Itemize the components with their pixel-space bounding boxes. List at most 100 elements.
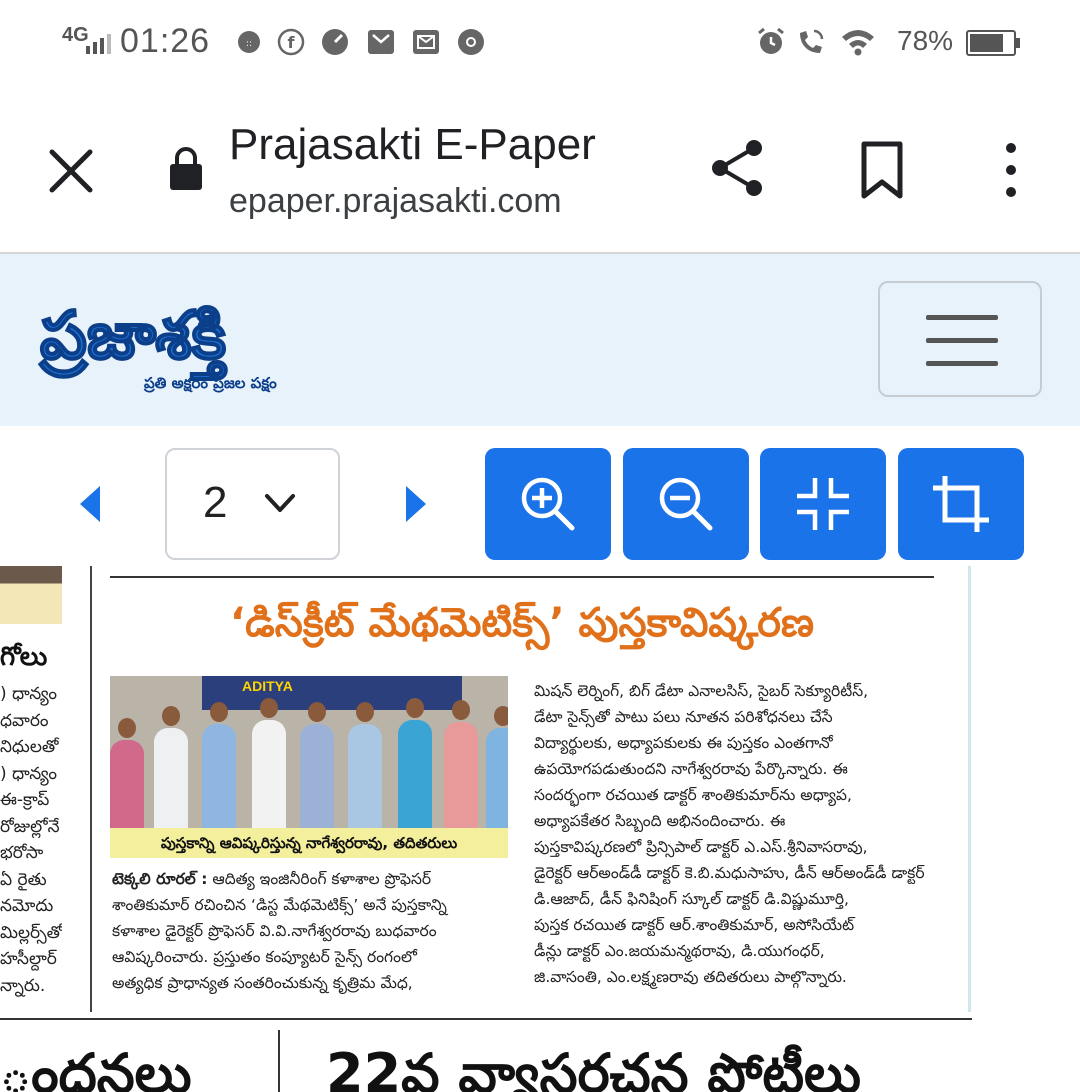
battery-percent: 78%: [897, 25, 954, 56]
photo-caption: పుస్తకాన్ని ఆవిష్కరిస్తున్న నాగేశ్వరరావు…: [110, 828, 508, 858]
menu-button[interactable]: [878, 281, 1042, 397]
network-type: 4G: [62, 24, 89, 46]
left-column-line: ) ధాన్యం: [0, 763, 57, 784]
article-line: డేటా సైన్స్‌తో పాటు పలు నూతన పరిశోధనలు చ…: [534, 708, 833, 726]
site-logo[interactable]: ప్రజాశక్తి ప్రతి అక్షరం ప్రజల పక్షం: [34, 292, 344, 400]
wifi-calling-icon: [800, 29, 824, 53]
person: [444, 700, 478, 828]
more-options-icon[interactable]: [996, 140, 1026, 200]
share-icon[interactable]: [706, 136, 770, 200]
menu-bar-bottom: [926, 361, 998, 366]
left-heading: గోలు: [0, 642, 48, 672]
person: [348, 702, 382, 828]
article-line: అత్యధిక ప్రాధాన్యత సంతరించుకున్న కృత్రిమ…: [112, 974, 413, 992]
fit-screen-button[interactable]: [760, 448, 886, 560]
article-line: సందర్భంగా రచయిత డాక్టర్ శాంతికుమార్‌ను అ…: [534, 786, 852, 804]
article-line: డి.ఆజాద్, డీన్ ఫినిషింగ్ స్కూల్ డాక్టర్ …: [534, 890, 849, 908]
dateline: టెక్కలి రూరల్ :: [112, 870, 208, 888]
close-icon[interactable]: [46, 146, 96, 196]
article-line: డైరెక్టర్ ఆర్అండ్‌డీ డాక్టర్ కె.బి.మధుసా…: [534, 864, 925, 882]
mail-icon: [368, 30, 394, 54]
fit-screen-icon: [797, 478, 849, 530]
zoom-in-icon: [521, 477, 575, 531]
article-line: జి.వాసంతి, ఎం.లక్ష్మణరావు తదితరులు పాల్గ…: [534, 968, 847, 986]
next-article-heading-right: 22వ వ్యాసరచన పోటీలు: [326, 1042, 861, 1092]
crop-icon: [933, 476, 989, 532]
section-rule: [0, 1018, 972, 1020]
svg-text:::: ::: [246, 39, 252, 49]
bookmark-icon[interactable]: [858, 140, 906, 200]
left-column-line: నిధులతో: [0, 737, 59, 757]
article-body-left: టెక్కలి రూరల్ : ఆదిత్య ఇంజినీరింగ్ కళాశా…: [112, 866, 508, 996]
article-line: విద్యార్థులకు, అధ్యాపకులకు ఈ పుస్తకం ఎంత…: [534, 734, 833, 752]
article-body-right: మిషన్ లెర్నింగ్, బిగ్ డేటా ఎనాలసిస్, సైబ…: [534, 678, 925, 990]
facebook-icon: f: [277, 28, 305, 56]
status-bar: 4G 01:26 :: f 78%: [0, 0, 1080, 88]
logo-tagline: ప్రతి అక్షరం ప్రజల పక్షం: [144, 374, 277, 393]
article-headline: ‘డిస్‌క్రీట్ మేథమెటిక్స్’ పుస్తకావిష్కరణ: [229, 600, 815, 646]
page-select[interactable]: 2: [165, 448, 340, 560]
next-page-icon[interactable]: [400, 484, 430, 524]
page-select-value: 2: [203, 478, 228, 527]
photo-banner-text: ADITYA: [242, 678, 293, 694]
signal-icon: [86, 34, 111, 54]
crop-button[interactable]: [898, 448, 1024, 560]
article-line: ఆవిష్కరించారు. ప్రస్తుతం కంప్యూటర్ సైన్స…: [112, 948, 417, 966]
article-line: ఉపయోగపడుతుందని నాగేశ్వరరావు పేర్కొన్నారు…: [534, 760, 848, 778]
article-rule: [110, 576, 934, 578]
person: [110, 718, 144, 828]
left-column-line: న్నారు.: [0, 975, 46, 996]
alarm-icon: [758, 27, 784, 54]
page-url[interactable]: epaper.prajasakti.com: [229, 182, 562, 221]
chevron-down-icon: [265, 494, 295, 512]
next-article-heading-left: ంధనలు: [0, 1042, 192, 1092]
bottom-column-rule: [278, 1030, 280, 1092]
left-column-line: మిల్లర్స్‌తో: [0, 922, 62, 943]
article-line: పుస్తకావిష్కరణలో ప్రిన్సిపాల్ డాక్టర్ ఎ.…: [534, 838, 868, 856]
page-title: Prajasakti E-Paper: [229, 120, 596, 169]
left-photo: [0, 566, 62, 624]
person: [398, 698, 432, 828]
article-line: టెక్కలి రూరల్ : ఆదిత్య ఇంజినీరింగ్ కళాశా…: [112, 870, 432, 888]
article-line: కళాశాల డైరెక్టర్ ప్రొఫెసర్ వి.వి.నాగేశ్వ…: [112, 922, 437, 940]
battery-level: [970, 34, 1003, 52]
zoom-out-icon: [659, 477, 713, 531]
article-line: డీన్లు డాక్టర్ ఎం.జయమన్మథరావు, డి.యుగంధర…: [534, 942, 825, 960]
logo-wordmark: ప్రజాశక్తి: [39, 297, 228, 381]
custom-tab-toolbar: Prajasakti E-Paper epaper.prajasakti.com: [0, 88, 1080, 253]
left-column-line: ధవారం: [0, 710, 49, 731]
person: [202, 702, 236, 828]
wifi-icon: [842, 30, 874, 56]
epaper-page[interactable]: గోలు ) ధాన్యం ధవారం నిధులతో ) ధాన్యం ఈ-క్రాప…: [0, 566, 1080, 1092]
person: [154, 706, 188, 828]
person: [300, 702, 334, 828]
article-line: మిషన్ లెర్నింగ్, బిగ్ డేటా ఎనాలసిస్, సైబ…: [534, 682, 869, 700]
zoom-out-button[interactable]: [623, 448, 749, 560]
left-column-fragment: గోలు ) ధాన్యం ధవారం నిధులతో ) ధాన్యం ఈ-క్రాప…: [0, 566, 62, 1026]
page-edge: [968, 566, 971, 1012]
menu-bar-middle: [926, 338, 998, 343]
left-column-line: భరోసా: [0, 843, 44, 863]
person: [252, 698, 286, 828]
article-photo: ADITYA: [110, 676, 508, 828]
chrome-icon: [458, 29, 484, 55]
article-line: పుస్తక రచయిత డాక్టర్ ఆర్.శాంతికుమార్, అస…: [534, 916, 855, 934]
battery-icon: [966, 30, 1020, 56]
clock: 01:26: [120, 22, 211, 60]
lock-icon: [170, 147, 202, 190]
left-column-line: ఈ-క్రాప్: [0, 790, 50, 810]
article-line: అధ్యాపకేతర సిబ్బంది అభినందించారు. ఈ: [534, 812, 786, 830]
menu-bar-top: [926, 315, 998, 320]
article-line: శాంతికుమార్ రచించిన ‘డిస్ట మేథమెటిక్స్’ …: [112, 896, 447, 914]
vpn-icon: ::: [238, 31, 260, 53]
person: [486, 706, 508, 828]
previous-page-icon[interactable]: [76, 484, 106, 524]
zoom-in-button[interactable]: [485, 448, 611, 560]
viewer-toolbar: 2: [0, 426, 1080, 566]
left-column-line: ) ధాన్యం: [0, 684, 57, 704]
left-column-line: నమోదు: [0, 896, 54, 916]
left-column-line: హసీల్దార్: [0, 949, 57, 969]
inbox-icon: [413, 30, 439, 54]
left-column-line: ఏ రైతు: [0, 869, 47, 890]
svg-text:f: f: [288, 33, 296, 52]
